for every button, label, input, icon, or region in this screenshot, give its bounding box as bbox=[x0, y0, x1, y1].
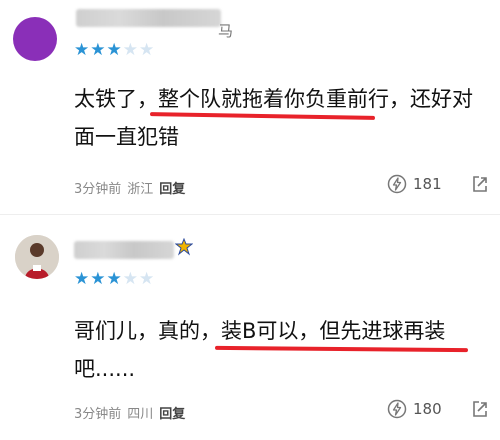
comment-item: ★ ★ ★ ★ ★ 哥们儿，真的，装B可以，但先进球再装吧...... 3分钟前… bbox=[0, 215, 500, 440]
like-button[interactable]: 181 bbox=[387, 174, 442, 194]
comment-text-highlight: 整个队就拖着你负重前行 bbox=[158, 87, 389, 111]
avatar[interactable] bbox=[13, 17, 57, 61]
comment-meta: 3分钟前 四川 回复 bbox=[74, 403, 185, 422]
rating-stars: ★ ★ ★ ★ ★ bbox=[74, 271, 154, 288]
star-empty-icon: ★ bbox=[139, 269, 155, 289]
comment-location: 四川 bbox=[127, 407, 154, 422]
like-button[interactable]: 180 bbox=[387, 399, 442, 419]
comment-text-after: 吧...... bbox=[74, 357, 136, 381]
star-filled-icon: ★ bbox=[106, 40, 122, 60]
comment-text-highlight: 装B可以，但先进球再装 bbox=[221, 319, 446, 343]
comment-meta: 3分钟前 浙江 回复 bbox=[74, 178, 185, 197]
like-count: 181 bbox=[413, 175, 442, 193]
share-icon[interactable] bbox=[470, 399, 490, 419]
badge-icon bbox=[175, 238, 193, 256]
comment-item: 马 ★ ★ ★ ★ ★ 太铁了，整个队就拖着你负重前行，还好对面一直犯错 3分钟… bbox=[0, 0, 500, 215]
comment-text-before: 哥们儿，真的， bbox=[74, 319, 221, 343]
comment-location: 浙江 bbox=[127, 182, 154, 197]
rating-stars: ★ ★ ★ ★ ★ bbox=[74, 42, 154, 59]
star-filled-icon: ★ bbox=[74, 269, 90, 289]
reply-button[interactable]: 回复 bbox=[159, 178, 185, 197]
star-empty-icon: ★ bbox=[139, 40, 155, 60]
star-empty-icon: ★ bbox=[122, 40, 138, 60]
username-tail[interactable]: 马 bbox=[218, 20, 233, 41]
share-icon[interactable] bbox=[470, 174, 490, 194]
avatar[interactable] bbox=[15, 235, 59, 279]
star-empty-icon: ★ bbox=[122, 269, 138, 289]
reply-button[interactable]: 回复 bbox=[159, 403, 185, 422]
comment-time: 3分钟前 bbox=[74, 182, 122, 197]
star-filled-icon: ★ bbox=[90, 269, 106, 289]
star-filled-icon: ★ bbox=[74, 40, 90, 60]
star-filled-icon: ★ bbox=[106, 269, 122, 289]
comment-text-before: 太铁了， bbox=[74, 87, 158, 111]
star-filled-icon: ★ bbox=[90, 40, 106, 60]
lightning-like-icon bbox=[387, 399, 407, 419]
username-blurred[interactable] bbox=[76, 9, 221, 27]
comment-time: 3分钟前 bbox=[74, 407, 122, 422]
username-blurred[interactable] bbox=[74, 241, 174, 259]
like-count: 180 bbox=[413, 400, 442, 418]
lightning-like-icon bbox=[387, 174, 407, 194]
